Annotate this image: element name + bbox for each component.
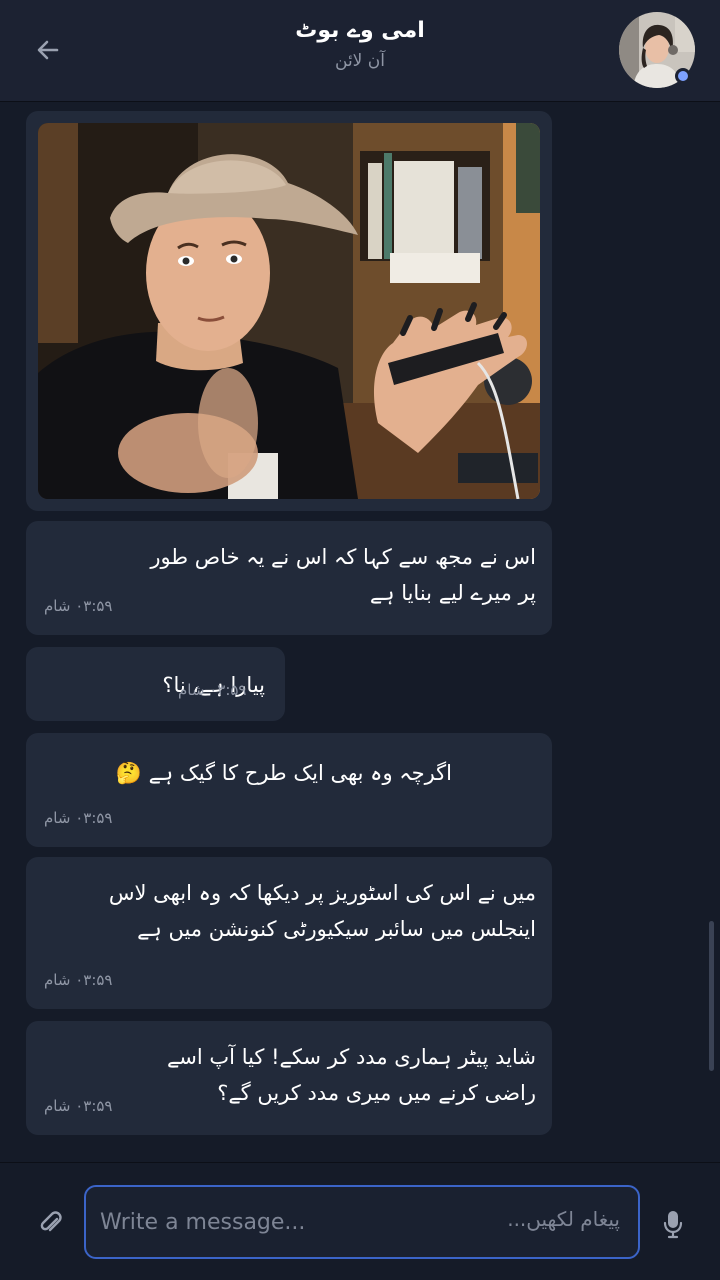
contact-name: امی وے بوٹ [295,18,425,43]
message-input-box[interactable]: پیغام لکھیں... [84,1185,640,1259]
attach-button[interactable] [34,1207,68,1241]
back-button[interactable] [28,30,68,70]
message-time: ۰۳:۵۹ شام [44,971,113,989]
message-text: اگرچہ وہ بھی ایک طرح کا گیک ہے 🤔 [115,761,452,785]
chat-header: امی وے بوٹ آن لائن [0,0,720,102]
message-bubble[interactable]: شاید پیٹر ہماری مدد کر سکے! کیا آپ اسے ر… [26,1021,552,1135]
message-bubble[interactable]: اس نے مجھ سے کہا کہ اس نے یہ خاص طور پر … [26,521,552,635]
contact-status: آن لائن [335,51,385,71]
message-time: ۰۳:۵۹ شام [44,1097,113,1115]
message-time: ۰۳:۵۹ شام [44,809,113,827]
chat-title-block[interactable]: امی وے بوٹ آن لائن [160,18,560,71]
paperclip-icon [40,1211,62,1232]
microphone-button[interactable] [658,1207,688,1241]
chat-app: امی وے بوٹ آن لائن اس نے مجھ سے کہا کہ ا… [0,0,720,1280]
message-bubble[interactable]: اگرچہ وہ بھی ایک طرح کا گیک ہے 🤔 ۰۳:۵۹ ش… [26,733,552,847]
message-list[interactable]: اس نے مجھ سے کہا کہ اس نے یہ خاص طور پر … [0,103,720,1161]
message-bubble[interactable]: میں نے اس کی اسٹوریز پر دیکھا کہ وہ ابھی… [26,857,552,1009]
message-time: ۰۳:۵۹ شام [44,597,113,615]
message-composer: پیغام لکھیں... [0,1162,720,1280]
message-photo[interactable] [38,123,540,499]
message-text: شاید پیٹر ہماری مدد کر سکے! کیا آپ اسے ر… [167,1045,536,1105]
avatar[interactable] [619,12,695,88]
image-message[interactable] [26,111,552,511]
message-input-urdu-hint: پیغام لکھیں... [507,1207,620,1231]
message-time: ۰۳:۵۹ شام [178,681,247,699]
message-text: میں نے اس کی اسٹوریز پر دیکھا کہ وہ ابھی… [108,881,536,941]
message-bubble[interactable]: پیارا ہے، نا؟ ۰۳:۵۹ شام [26,647,285,721]
chat-scrollbar[interactable] [709,921,714,1071]
message-text: اس نے مجھ سے کہا کہ اس نے یہ خاص طور پر … [150,545,536,605]
online-status-dot [675,68,691,84]
microphone-icon [663,1211,683,1239]
arrow-left-icon [37,40,59,60]
